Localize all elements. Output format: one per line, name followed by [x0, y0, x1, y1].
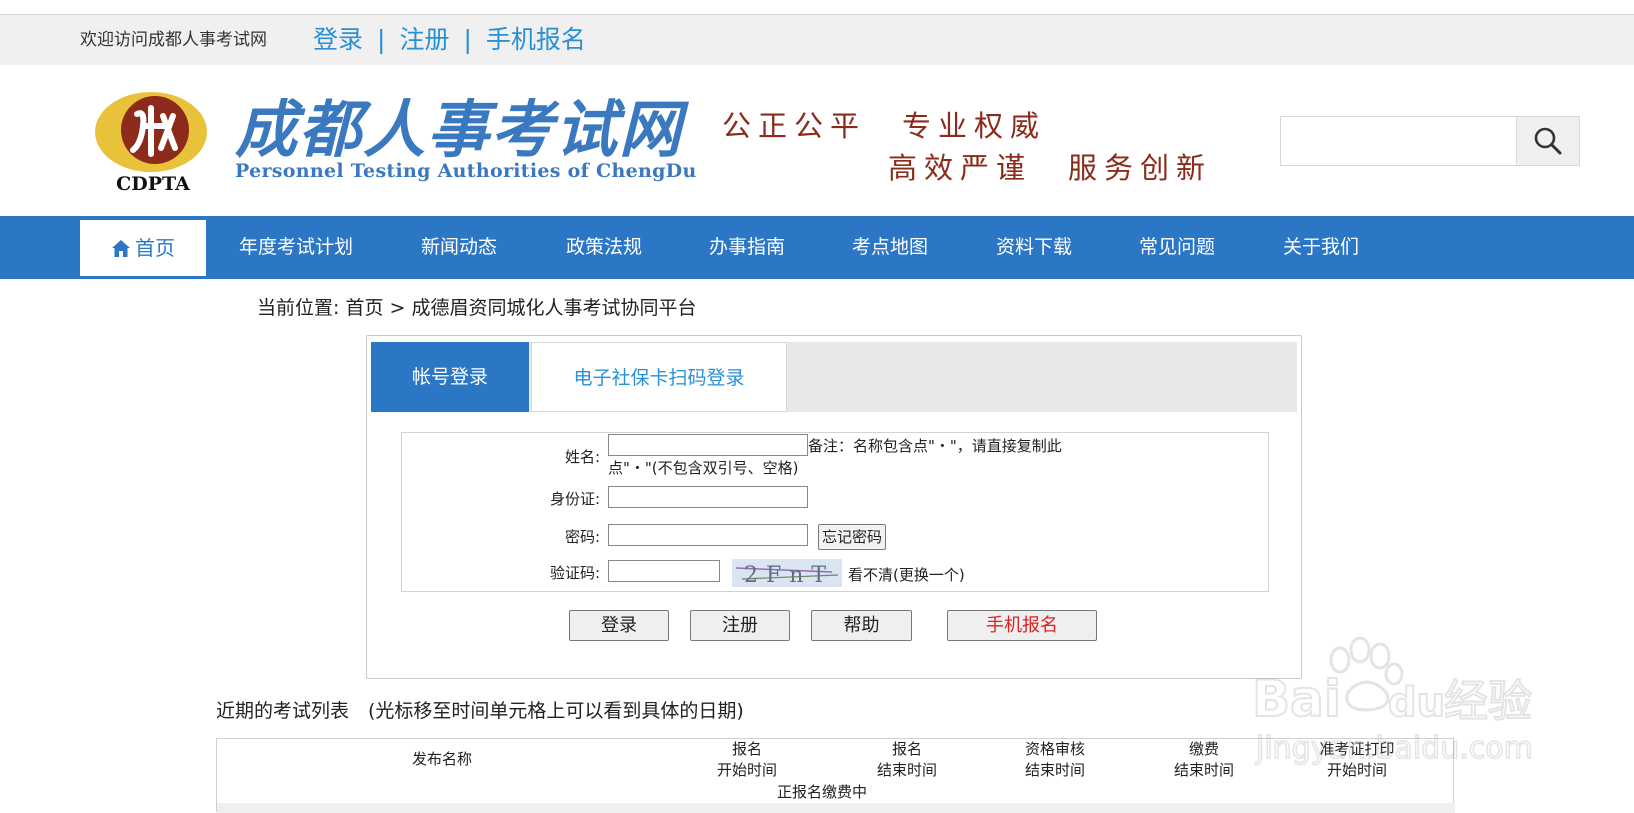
- col-header-release-name: 发布名称: [411, 750, 472, 768]
- captcha-label: 验证码:: [549, 564, 600, 582]
- nav-item-annual-plan[interactable]: 年度考试计划: [239, 216, 353, 279]
- top-login-link[interactable]: 登录: [313, 25, 363, 54]
- watermark-url: jingyan.baidu.com: [1255, 731, 1533, 766]
- logo-text: CDPTA: [116, 173, 190, 194]
- captcha-input[interactable]: [608, 560, 720, 582]
- col-header-payment-end: 缴费 结束时间: [1173, 740, 1234, 779]
- top-links: 登录 | 注册 | 手机报名: [313, 15, 586, 65]
- slogan-line-1: 公正公平 专业权威: [722, 109, 1047, 143]
- tab-account-login[interactable]: 帐号登录: [371, 342, 529, 412]
- col-header-signup-end: 报名 结束时间: [876, 740, 937, 779]
- id-card-label: 身份证:: [549, 490, 600, 508]
- nav-item-faq[interactable]: 常见问题: [1139, 216, 1215, 279]
- top-link-separator: |: [463, 25, 472, 54]
- register-button[interactable]: 注册: [690, 610, 790, 641]
- col-header-signup-start: 报名 开始时间: [716, 740, 777, 779]
- watermark-cn: 经验: [1444, 676, 1532, 727]
- name-label: 姓名:: [564, 448, 600, 466]
- nav-item-downloads[interactable]: 资料下载: [996, 216, 1072, 279]
- help-button[interactable]: 帮助: [811, 610, 912, 641]
- nav-item-guide[interactable]: 办事指南: [709, 216, 785, 279]
- nav-item-about[interactable]: 关于我们: [1283, 216, 1359, 279]
- search-input[interactable]: [1281, 117, 1517, 165]
- login-panel: 帐号登录 电子社保卡扫码登录 姓名: 备注：名称包含点"・"，请直接复制此点"・…: [366, 335, 1302, 679]
- browser-top-strip: [0, 0, 1634, 15]
- tab-social-card-qr-login[interactable]: 电子社保卡扫码登录: [531, 342, 787, 412]
- password-input[interactable]: [608, 524, 808, 546]
- captcha-refresh-link[interactable]: 看不清(更换一个): [848, 564, 965, 585]
- home-icon: [112, 240, 130, 257]
- top-register-link[interactable]: 注册: [399, 25, 449, 54]
- mobile-signup-button[interactable]: 手机报名: [947, 610, 1097, 641]
- site-title: 成都人事考试网: [235, 93, 684, 166]
- search-button[interactable]: [1516, 117, 1579, 165]
- col-header-review-end: 资格审核 结束时间: [1024, 740, 1085, 779]
- name-note: 备注：名称包含点"・"，请直接复制此点"・"(不包含双引号、空格): [608, 437, 1062, 477]
- slogan-line-2: 高效严谨 服务创新: [888, 151, 1213, 185]
- nav-item-news[interactable]: 新闻动态: [421, 216, 497, 279]
- forgot-password-button[interactable]: 忘记密码: [818, 524, 886, 550]
- captcha-text: 2FnT: [744, 563, 834, 587]
- exam-list-title: 近期的考试列表 (光标移至时间单元格上可以看到具体的日期): [216, 700, 744, 722]
- main-nav: 首页 年度考试计划 新闻动态 政策法规 办事指南 考点地图 资料下载 常见问题 …: [0, 216, 1634, 279]
- nav-item-policy[interactable]: 政策法规: [566, 216, 642, 279]
- id-card-input[interactable]: [608, 486, 808, 508]
- captcha-image[interactable]: 2FnT: [732, 559, 842, 587]
- watermark-brand: Bai: [1252, 670, 1341, 728]
- status-label: 正报名缴费中: [777, 783, 868, 801]
- nav-item-home[interactable]: 首页: [80, 220, 206, 276]
- breadcrumb: 当前位置: 首页 > 成德眉资同城化人事考试协同平台: [257, 297, 697, 319]
- top-link-separator: |: [377, 25, 386, 54]
- login-tab-bar: 帐号登录 电子社保卡扫码登录: [371, 342, 1297, 412]
- nav-home-label: 首页: [135, 236, 175, 260]
- search-box: [1280, 116, 1580, 166]
- password-label: 密码:: [564, 528, 600, 546]
- watermark-brand-du: du: [1388, 680, 1445, 726]
- login-form: 姓名: 备注：名称包含点"・"，请直接复制此点"・"(不包含双引号、空格) 身份…: [401, 432, 1269, 592]
- cdpta-logo[interactable]: CDPTA: [93, 86, 213, 195]
- baidu-jingyan-watermark: Bai du 经验 jingyan.baidu.com: [1248, 630, 1548, 774]
- search-icon: [1534, 127, 1562, 155]
- top-mobile-signup-link[interactable]: 手机报名: [486, 25, 586, 54]
- site-subtitle: Personnel Testing Authorities of ChengDu: [235, 160, 697, 182]
- nav-item-exam-map[interactable]: 考点地图: [852, 216, 928, 279]
- login-button[interactable]: 登录: [569, 610, 669, 641]
- welcome-text: 欢迎访问成都人事考试网: [80, 30, 267, 50]
